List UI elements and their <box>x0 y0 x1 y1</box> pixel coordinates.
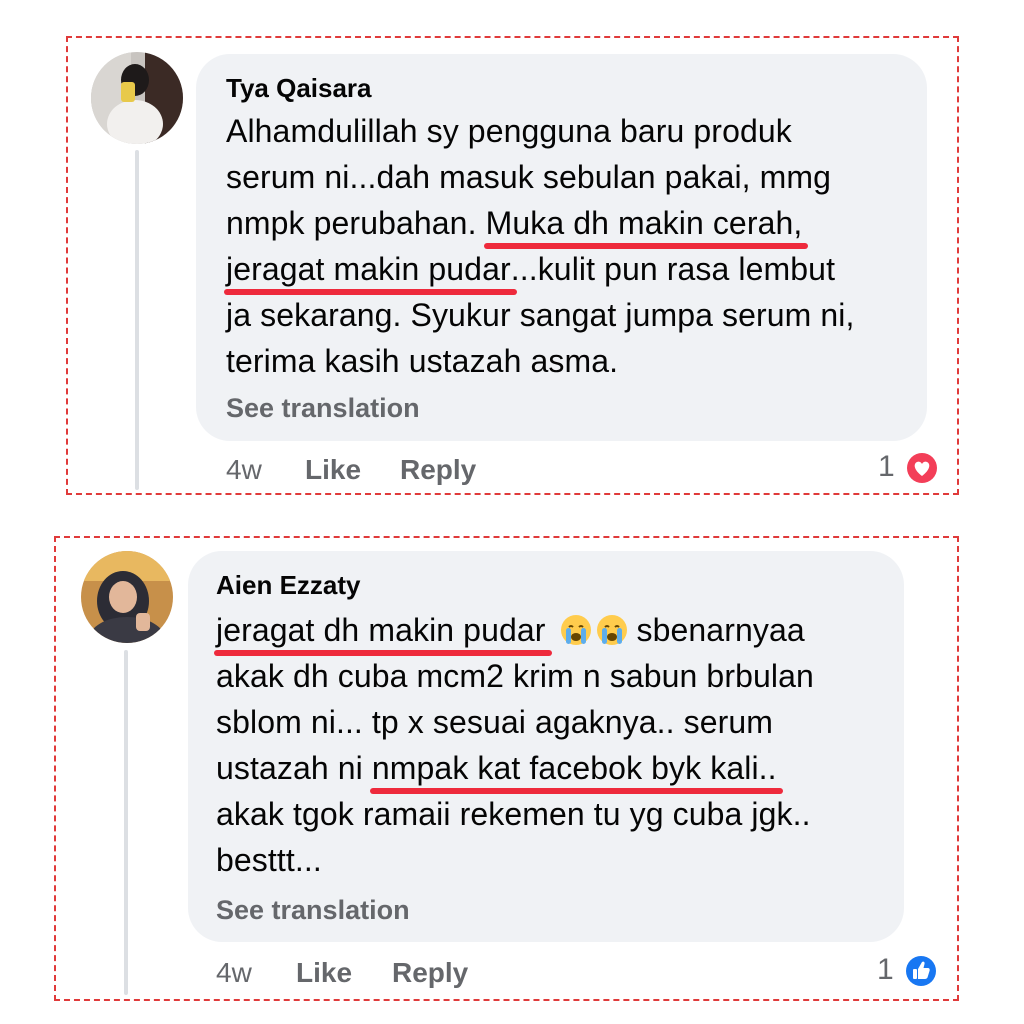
comment-timestamp[interactable]: 4w <box>226 454 262 486</box>
highlight-underline: Muka dh makin cerah, <box>483 205 809 249</box>
reply-button[interactable]: Reply <box>400 454 476 486</box>
reaction-count[interactable]: 1 <box>877 953 894 987</box>
comment-text-line: jeragat makin pudar...kulit pun rasa lem… <box>224 251 836 295</box>
comment-text-line: ustazah ni nmpak kat facebok byk kali.. <box>216 750 783 794</box>
comment-text-line: terima kasih ustazah asma. <box>226 343 619 379</box>
love-reaction-icon[interactable] <box>904 450 940 486</box>
comment-author[interactable]: Tya Qaisara <box>226 73 372 104</box>
comment-text-line: ja sekarang. Syukur sangat jumpa serum n… <box>226 297 855 333</box>
comment-text-line: Alhamdulillah sy pengguna baru produk <box>226 113 792 149</box>
comment-text-line: akak dh cuba mcm2 krim n sabun brbulan <box>216 658 814 694</box>
crying-face-icon <box>560 615 591 645</box>
like-button[interactable]: Like <box>296 957 352 989</box>
comment-text-line: jeragat dh makin pudar sbenarnyaa <box>214 612 805 656</box>
like-button[interactable]: Like <box>305 454 361 486</box>
comment-text-line: akak tgok ramaii rekemen tu yg cuba jgk.… <box>216 796 811 832</box>
see-translation-link[interactable]: See translation <box>216 895 410 926</box>
comment-author[interactable]: Aien Ezzaty <box>216 570 361 601</box>
avatar[interactable] <box>81 551 173 643</box>
like-reaction-icon[interactable] <box>903 953 939 989</box>
comment-text-line: sblom ni... tp x sesuai agaknya.. serum <box>216 704 774 740</box>
highlight-underline: jeragat makin pudar <box>224 251 517 295</box>
reply-button[interactable]: Reply <box>392 957 468 989</box>
comment-text-line: serum ni...dah masuk sebulan pakai, mmg <box>226 159 832 195</box>
highlight-underline: nmpak kat facebok byk kali.. <box>369 750 783 794</box>
reaction-count[interactable]: 1 <box>878 450 895 484</box>
thread-line <box>124 650 128 995</box>
see-translation-link[interactable]: See translation <box>226 393 420 424</box>
comment-bubble <box>188 551 904 942</box>
thread-line <box>135 150 139 490</box>
crying-face-icon <box>596 615 627 645</box>
comment-text-line: besttt... <box>216 842 322 878</box>
comment-text-line: nmpk perubahan. Muka dh makin cerah, <box>226 205 809 249</box>
comment-timestamp[interactable]: 4w <box>216 957 252 989</box>
highlight-underline: jeragat dh makin pudar <box>214 612 552 656</box>
avatar[interactable] <box>91 52 183 144</box>
